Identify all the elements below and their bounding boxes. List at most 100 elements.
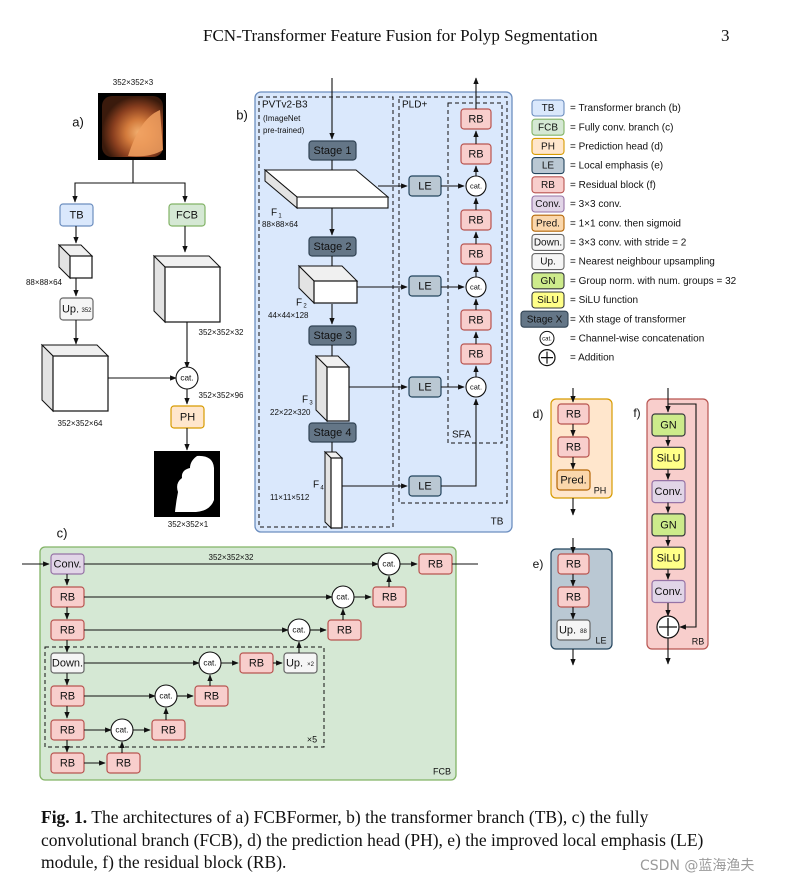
sfa-rb-5-label: RB: [468, 314, 483, 326]
up-block: Up. 352: [59, 297, 94, 321]
legend-description: = 3×3 conv.: [570, 199, 622, 210]
f4-cube-front: [330, 457, 343, 529]
pred-block: Pred.: [556, 469, 591, 491]
f2-dims: 44×44×128: [268, 311, 309, 320]
concat-label: cat.: [470, 282, 482, 291]
sfa-concat-1: cat.: [465, 175, 487, 197]
legend-description: = Group norm. with num. groups = 32: [570, 276, 737, 287]
ph-rb-2-label: RB: [566, 441, 581, 453]
legend-description: = 3×3 conv. with stride = 2: [570, 238, 687, 249]
fcb-rb-out-label: RB: [428, 558, 443, 570]
fcb-rb-r2-label: RB: [382, 591, 397, 603]
stage-4-block-label: Stage 4: [314, 427, 352, 439]
panel-a-label: a): [72, 114, 84, 129]
ph-corner-label: PH: [594, 485, 607, 495]
legend-description: = Xth stage of transformer: [570, 314, 687, 325]
sfa-rb-1: RB: [460, 108, 492, 130]
f3-cube: [314, 354, 351, 423]
panel-a-concat: cat.: [175, 366, 199, 390]
fcb-feature-cube-front: [164, 266, 221, 323]
rb-conv-block-6-label: Conv.: [655, 586, 683, 598]
sfa-rb-5: RB: [460, 309, 492, 331]
rb-conv-block-3-label: Conv.: [655, 486, 683, 498]
output-dims: 352×352×1: [168, 520, 209, 529]
sfa-rb-6: RB: [460, 343, 492, 365]
fcb-up-block: Up. ×2: [283, 652, 318, 674]
panel-f-label: f): [633, 406, 640, 420]
stage-3-block-label: Stage 3: [314, 330, 352, 342]
legend-item-stagex: Stage X = Xth stage of transformer: [520, 310, 687, 328]
fcb-rb-r6-label: RB: [161, 724, 176, 736]
sfa-rb-2: RB: [460, 143, 492, 165]
fcb-rb-r4: RB: [239, 652, 274, 674]
legend-item-pred: Pred. = 1×1 conv. then sigmoid: [531, 214, 681, 232]
rb-gn-block-4-label: GN: [660, 519, 677, 531]
fcb-left-2-label: RB: [60, 624, 75, 636]
le-block-3: LE: [408, 376, 442, 398]
le-rb-1: RB: [557, 553, 590, 575]
encoder-note-2: pre-trained): [263, 126, 305, 135]
legend-key: Stage X: [527, 314, 563, 325]
stage-1-block: Stage 1: [308, 140, 357, 161]
fcb-rb-r4-label: RB: [249, 657, 264, 669]
fcb-rb-bottom-label: RB: [116, 757, 131, 769]
le-block-2-label: LE: [418, 280, 431, 292]
up-out-dims: 352×352×64: [58, 419, 103, 428]
legend-key: GN: [541, 276, 556, 287]
legend-key: Conv.: [535, 199, 560, 210]
panel-b-label: b): [236, 107, 248, 122]
fcb-rb-r5: RB: [194, 685, 229, 707]
tb-out-dims: 88×88×64: [26, 278, 63, 287]
f2-cube-front: [313, 280, 358, 304]
sfa-rb-4-label: RB: [468, 248, 483, 260]
concat-label: cat.: [470, 382, 482, 391]
concat-label: cat.: [203, 659, 216, 668]
sfa-label: SFA: [452, 430, 471, 441]
ph-rb-1: RB: [557, 403, 590, 425]
stage-3-block: Stage 3: [308, 325, 357, 346]
legend-item-up: Up. = Nearest neighbour upsampling: [531, 253, 715, 271]
stage-2-block: Stage 2: [308, 236, 357, 257]
fcb-left-4-label: RB: [60, 690, 75, 702]
pred-block-label: Pred.: [560, 474, 586, 486]
concat-label: cat.: [159, 692, 172, 701]
legend-key: LE: [542, 161, 555, 172]
tb-block: TB: [59, 203, 94, 227]
rb-gn-block-1-label: GN: [660, 419, 677, 431]
fcb-rb-out: RB: [418, 553, 453, 575]
fcb-rb-bottom: RB: [106, 752, 141, 774]
sfa-concat-2: cat.: [465, 276, 487, 298]
concat-label: cat.: [180, 374, 193, 383]
f4-dims: 11×11×512: [270, 493, 310, 502]
le-rb-1-label: RB: [566, 558, 581, 570]
fcb-left-5: RB: [50, 719, 85, 741]
f1-dims: 88×88×64: [262, 220, 299, 229]
legend-item-down: Down. = 3×3 conv. with stride = 2: [531, 233, 687, 251]
fcb-up-block-sub: ×2: [307, 662, 315, 668]
legend-key: FCB: [538, 122, 558, 133]
sfa-rb-3: RB: [460, 209, 492, 231]
fcb-left-4: RB: [50, 685, 85, 707]
f3-cube-side: [315, 354, 328, 423]
le-block-1: LE: [408, 175, 442, 197]
legend-description: = Nearest neighbour upsampling: [570, 257, 715, 268]
fcb-rb-r3-label: RB: [337, 624, 352, 636]
fcb-rb-r6: RB: [151, 719, 186, 741]
fcb-out-dims: 352×352×32: [199, 328, 244, 337]
f4-cube: [323, 450, 344, 530]
f1-front: [296, 196, 389, 209]
concat-label: cat.: [382, 560, 395, 569]
legend-key: RB: [541, 180, 555, 191]
decoder-title: PLD+: [402, 100, 427, 111]
legend-description: = Residual block (f): [570, 180, 656, 191]
le-block-3-label: LE: [418, 381, 431, 393]
f4-name: F: [313, 480, 319, 491]
rb-corner-label: RB: [692, 636, 705, 646]
fcb-left-1: RB: [50, 586, 85, 608]
up-feature-cube-front: [52, 355, 109, 412]
fcb-left-2: RB: [50, 619, 85, 641]
rb-silu-block-2-label: SiLU: [657, 453, 681, 465]
stage-1-block-label: Stage 1: [314, 145, 352, 157]
legend-concat-label: cat.: [542, 336, 552, 342]
legend-key: TB: [542, 103, 555, 114]
